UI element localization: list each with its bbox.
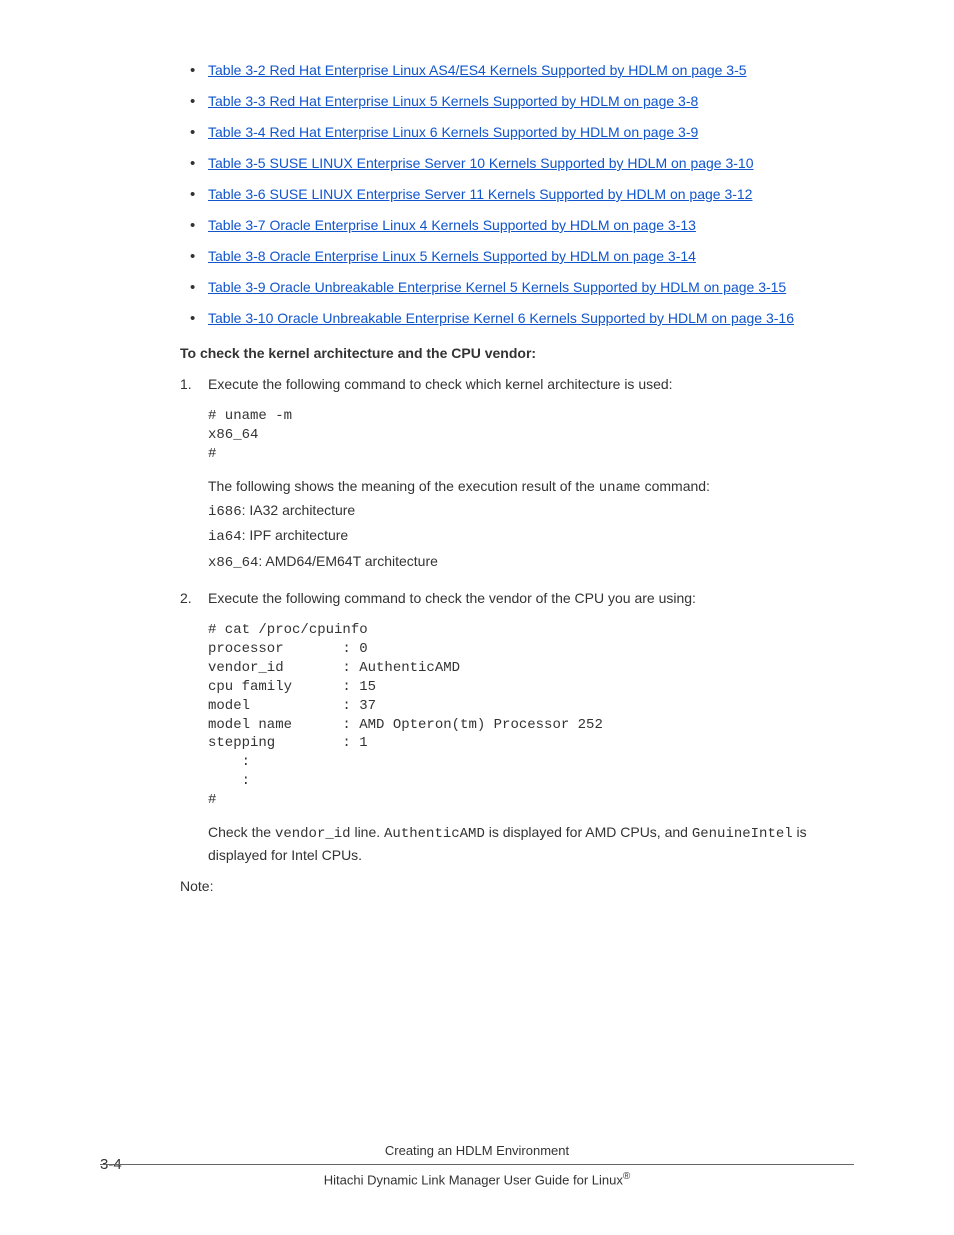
step-1: Execute the following command to check w… — [180, 374, 854, 576]
footer-guide: Hitachi Dynamic Link Manager User Guide … — [100, 1171, 854, 1187]
step-explain: The following shows the meaning of the e… — [208, 476, 854, 499]
arch-line: i686: IA32 architecture — [208, 499, 854, 525]
list-item: Table 3-7 Oracle Enterprise Linux 4 Kern… — [208, 215, 854, 236]
code-block: # cat /proc/cpuinfo processor : 0 vendor… — [208, 621, 854, 810]
arch-line: x86_64: AMD64/EM64T architecture — [208, 550, 854, 576]
xref-link[interactable]: Table 3-9 Oracle Unbreakable Enterprise … — [208, 279, 786, 295]
step-2: Execute the following command to check t… — [180, 588, 854, 866]
xref-link[interactable]: Table 3-7 Oracle Enterprise Linux 4 Kern… — [208, 217, 696, 233]
registered-mark: ® — [623, 1171, 630, 1182]
step-intro: Execute the following command to check t… — [208, 588, 854, 609]
list-item: Table 3-8 Oracle Enterprise Linux 5 Kern… — [208, 246, 854, 267]
list-item: Table 3-6 SUSE LINUX Enterprise Server 1… — [208, 184, 854, 205]
list-item: Table 3-4 Red Hat Enterprise Linux 6 Ker… — [208, 122, 854, 143]
procedure-steps: Execute the following command to check w… — [180, 374, 854, 866]
inline-code: ia64 — [208, 529, 242, 545]
inline-code: GenuineIntel — [692, 826, 793, 842]
inline-code: vendor_id — [275, 826, 351, 842]
xref-link[interactable]: Table 3-4 Red Hat Enterprise Linux 6 Ker… — [208, 124, 698, 140]
inline-code: uname — [599, 480, 641, 496]
arch-line: ia64: IPF architecture — [208, 524, 854, 550]
note-label: Note: — [180, 878, 854, 894]
xref-link[interactable]: Table 3-2 Red Hat Enterprise Linux AS4/E… — [208, 62, 747, 78]
code-block: # uname -m x86_64 # — [208, 407, 854, 464]
step-tail: Check the vendor_id line. AuthenticAMD i… — [208, 822, 854, 866]
xref-link[interactable]: Table 3-10 Oracle Unbreakable Enterprise… — [208, 310, 794, 326]
inline-code: x86_64 — [208, 555, 258, 571]
list-item: Table 3-10 Oracle Unbreakable Enterprise… — [208, 308, 854, 329]
list-item: Table 3-5 SUSE LINUX Enterprise Server 1… — [208, 153, 854, 174]
footer-divider — [100, 1164, 854, 1165]
list-item: Table 3-2 Red Hat Enterprise Linux AS4/E… — [208, 60, 854, 81]
xref-link[interactable]: Table 3-8 Oracle Enterprise Linux 5 Kern… — [208, 248, 696, 264]
footer-title: Creating an HDLM Environment — [100, 1143, 854, 1158]
list-item: Table 3-9 Oracle Unbreakable Enterprise … — [208, 277, 854, 298]
cross-reference-list: Table 3-2 Red Hat Enterprise Linux AS4/E… — [180, 60, 854, 329]
page-footer: Creating an HDLM Environment Hitachi Dyn… — [100, 1143, 854, 1187]
xref-link[interactable]: Table 3-3 Red Hat Enterprise Linux 5 Ker… — [208, 93, 698, 109]
xref-link[interactable]: Table 3-6 SUSE LINUX Enterprise Server 1… — [208, 186, 752, 202]
step-intro: Execute the following command to check w… — [208, 374, 854, 395]
procedure-heading: To check the kernel architecture and the… — [180, 343, 854, 364]
inline-code: i686 — [208, 504, 242, 520]
inline-code: AuthenticAMD — [384, 826, 485, 842]
xref-link[interactable]: Table 3-5 SUSE LINUX Enterprise Server 1… — [208, 155, 754, 171]
list-item: Table 3-3 Red Hat Enterprise Linux 5 Ker… — [208, 91, 854, 112]
